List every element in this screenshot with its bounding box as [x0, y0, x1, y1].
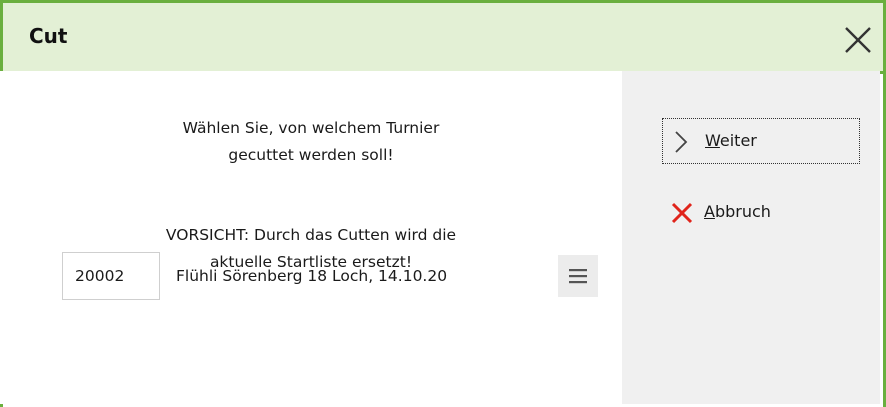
instruction-line-2: gecuttet werden soll! — [228, 146, 394, 164]
hamburger-menu-icon — [558, 269, 598, 301]
close-x-icon — [670, 201, 694, 229]
instruction-line-1: Wählen Sie, von welchem Turnier — [182, 119, 440, 137]
next-label-rest: eiter — [719, 131, 757, 150]
instruction-text: Wählen Sie, von welchem Turnier gecuttet… — [0, 115, 622, 169]
dialog-title: Cut — [29, 24, 68, 48]
cancel-mnemonic: A — [704, 202, 715, 221]
next-button-label: Weiter — [705, 131, 757, 151]
next-button[interactable]: Weiter — [662, 118, 860, 164]
cancel-button[interactable]: Abbruch — [662, 190, 860, 236]
next-mnemonic: W — [705, 131, 720, 150]
dialog-content: Wählen Sie, von welchem Turnier gecuttet… — [0, 71, 622, 404]
tournament-number-field[interactable]: 20002 — [62, 252, 160, 300]
cancel-label-rest: bbruch — [714, 202, 771, 221]
cancel-button-label: Abbruch — [704, 202, 771, 222]
tournament-name: Flühli Sörenberg 18 Loch, 14.10.20 — [176, 267, 448, 285]
chevron-right-icon — [671, 130, 691, 158]
close-icon[interactable] — [841, 23, 875, 57]
tournament-select-button[interactable] — [558, 255, 598, 297]
warning-line-1: VORSICHT: Durch das Cutten wird die — [165, 226, 457, 244]
title-bar: Cut — [3, 3, 883, 74]
